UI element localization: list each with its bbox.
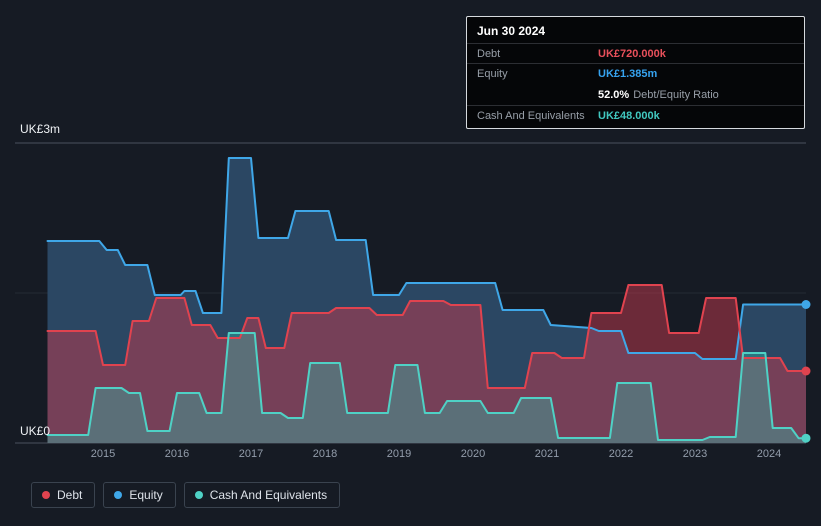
tooltip-cash-label: Cash And Equivalents bbox=[477, 109, 585, 122]
tooltip-cash-row: Cash And Equivalents UK£48.000k bbox=[467, 106, 804, 128]
x-axis-tick-label: 2017 bbox=[238, 448, 264, 460]
equity-series-dot-icon bbox=[114, 491, 123, 499]
x-axis-tick-label: 2022 bbox=[608, 448, 634, 460]
legend-item-debt[interactable]: Debt bbox=[31, 482, 96, 508]
x-axis-tick-label: 2024 bbox=[756, 448, 782, 460]
chart-tooltip: Jun 30 2024 Debt UK£720.000k Equity UK£1… bbox=[466, 16, 805, 129]
x-axis-tick-label: 2015 bbox=[90, 448, 116, 460]
tooltip-equity-value: UK£1.385m bbox=[598, 67, 658, 80]
tooltip-debt-label: Debt bbox=[477, 47, 501, 60]
tooltip-date: Jun 30 2024 bbox=[467, 17, 804, 44]
tooltip-debt-value: UK£720.000k bbox=[598, 47, 666, 60]
tooltip-ratio-value: 52.0% bbox=[598, 89, 630, 101]
tooltip-debt-row: Debt UK£720.000k bbox=[467, 44, 804, 64]
x-axis-tick-label: 2019 bbox=[386, 448, 412, 460]
x-axis-tick-label: 2020 bbox=[460, 448, 486, 460]
x-axis-tick-label: 2018 bbox=[312, 448, 338, 460]
legend-item-equity[interactable]: Equity bbox=[103, 482, 176, 508]
y-axis-label-bottom: UK£0 bbox=[20, 424, 51, 438]
chart-legend: Debt Equity Cash And Equivalents bbox=[31, 482, 341, 508]
debt-series-dot-icon bbox=[42, 491, 50, 499]
legend-label-debt: Debt bbox=[57, 488, 83, 502]
y-axis-label-top: UK£3m bbox=[20, 122, 61, 136]
cash-series-dot-icon bbox=[194, 491, 203, 499]
legend-label-cash: Cash And Equivalents bbox=[209, 488, 328, 502]
x-axis-tick-label: 2023 bbox=[682, 448, 708, 460]
x-axis-tick-label: 2021 bbox=[534, 448, 560, 460]
tooltip-equity-label: Equity bbox=[477, 67, 508, 80]
legend-label-equity: Equity bbox=[129, 488, 163, 502]
tooltip-cash-value: UK£48.000k bbox=[598, 109, 660, 122]
x-axis-tick-label: 2016 bbox=[164, 448, 190, 460]
debt-equity-history-panel: UK£3m UK£0 2015 2016 2017 2018 2019 2020 2021 2… bbox=[0, 0, 821, 526]
tooltip-equity-row: Equity UK£1.385m bbox=[467, 64, 804, 83]
tooltip-ratio-row: 52.0% Debt/Equity Ratio bbox=[467, 83, 804, 106]
legend-item-cash[interactable]: Cash And Equivalents bbox=[183, 482, 341, 508]
x-axis: 2015 2016 2017 2018 2019 2020 2021 2022 2023 2024 bbox=[0, 448, 821, 464]
tooltip-ratio-label: Debt/Equity Ratio bbox=[633, 89, 719, 101]
